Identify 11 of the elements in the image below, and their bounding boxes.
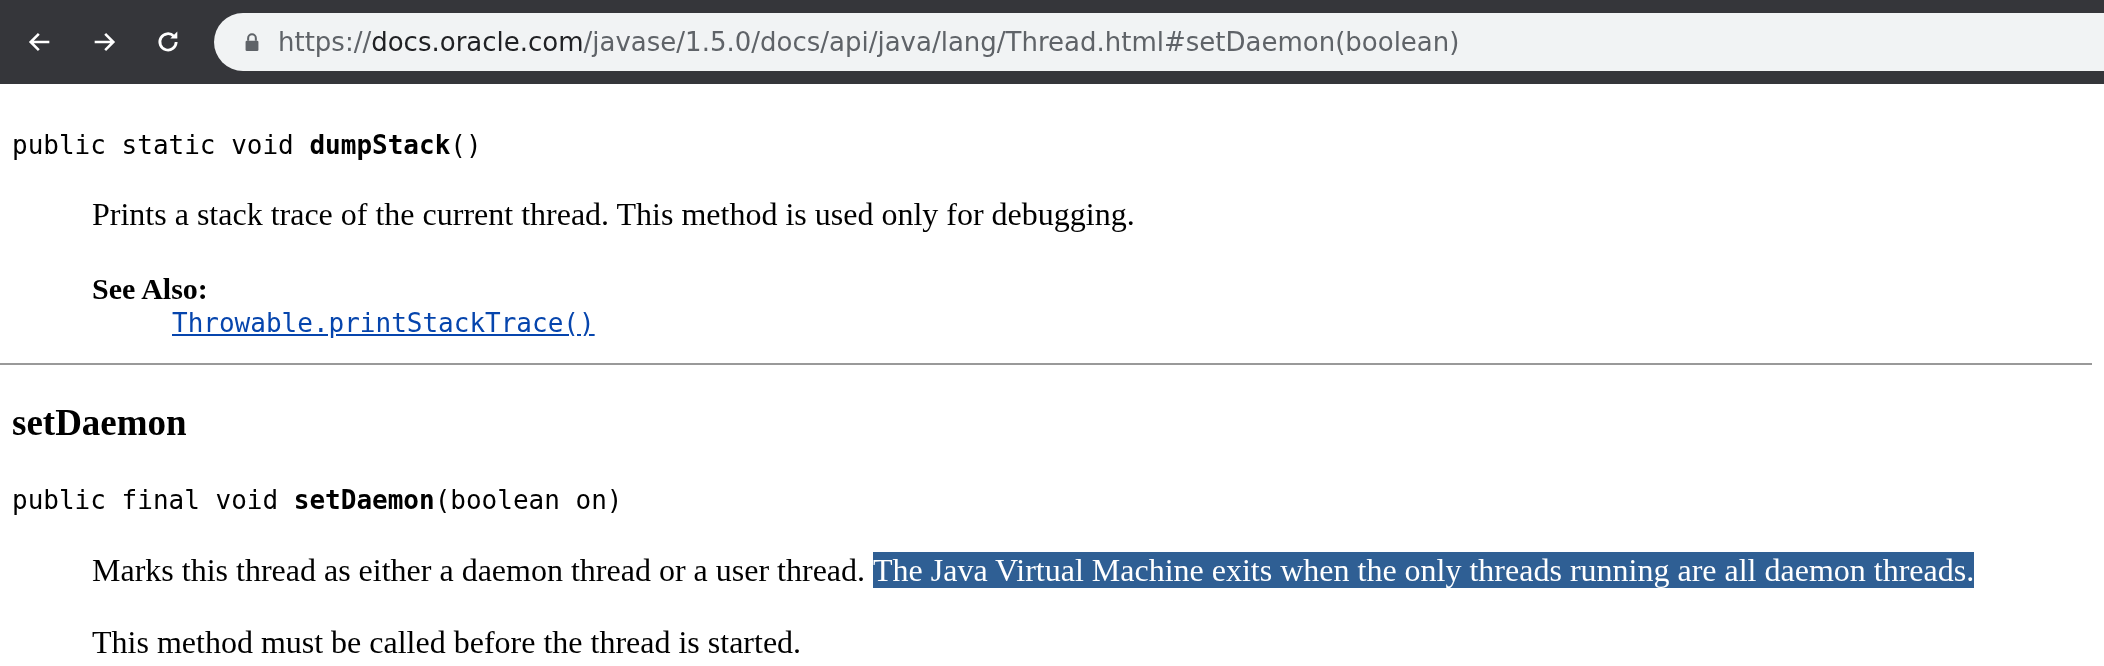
description-text: This method must be called before the thread is started. <box>92 622 803 662</box>
method-heading: setDaemon <box>12 400 188 445</box>
description-text: Prints a stack trace of the current thread. This method is used only for debugging. <box>92 195 1136 234</box>
method-link[interactable]: Throwable.printStackTrace() <box>172 304 595 341</box>
method-signature: public static void dumpStack() <box>12 130 483 162</box>
method-signature: public final void setDaemon(boolean on) <box>12 485 624 517</box>
see-also-label: See Also: <box>92 271 209 305</box>
address-bar[interactable]: https://docs.oracle.com/javase/1.5.0/docs/api/java/lang/Thread.html#setDaemon(boolean) <box>214 13 2104 71</box>
url-text: https://docs.oracle.com/javase/1.5.0/docs/api/java/lang/Thread.html#setDaemon(boolean) <box>278 27 1460 57</box>
description-text: Marks this thread as either a daemon thread or a user thread. The Java Virtual Machine exits when the only threads running are all daemon threads. <box>92 550 1976 589</box>
lock-icon <box>244 33 260 51</box>
